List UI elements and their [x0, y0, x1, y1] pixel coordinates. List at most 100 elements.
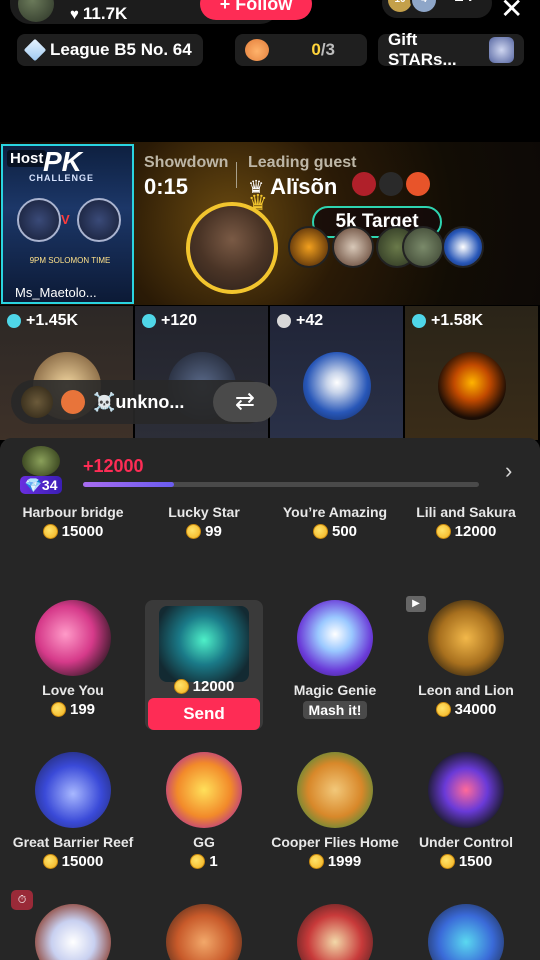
gift-price: 99 — [137, 523, 271, 540]
gift-item[interactable] — [137, 904, 271, 960]
viewer-count: 14 — [454, 0, 473, 6]
level-number: 💎34 — [20, 476, 62, 494]
chevron-right-icon[interactable]: › — [505, 458, 512, 484]
gift-price: 199 — [6, 701, 140, 718]
crown-icon: ♛ — [248, 190, 268, 215]
gift-item[interactable]: Lili and Sakura 12000 — [399, 498, 533, 540]
gift-item[interactable]: Leon and Lion 34000 — [399, 600, 533, 718]
selected-gift-tile[interactable]: 12000 Send — [145, 600, 263, 730]
gift-stars-chip[interactable]: Gift STARs... — [378, 30, 524, 69]
guest-cell[interactable]: +1.58K — [405, 306, 539, 440]
gift-stars-label: Gift STARs... — [388, 30, 457, 69]
poster-right-emblem — [77, 198, 121, 242]
close-icon[interactable]: ✕ — [500, 0, 523, 25]
diamond-icon — [23, 38, 47, 62]
swap-icon[interactable]: ⇄ — [213, 382, 277, 422]
poster-challenge: CHALLENGE — [29, 173, 94, 183]
guest-cell[interactable]: +42 — [270, 306, 404, 440]
league-chip[interactable]: League B5 No. 64 — [17, 34, 203, 66]
gift-item[interactable] — [268, 904, 402, 960]
gift-name: Leon and Lion — [418, 682, 514, 698]
coin-icon — [42, 524, 58, 539]
gift-item[interactable] — [399, 904, 533, 960]
gift-name: Lucky Star — [168, 504, 240, 520]
follow-button[interactable]: + Follow — [200, 0, 312, 20]
leading-guest-avatar[interactable]: ♛ — [186, 190, 278, 294]
xp-progress-fill — [83, 482, 175, 487]
under-control-gift-image — [428, 752, 504, 828]
angry-face-icon — [406, 172, 430, 196]
gift-name: Magic Genie — [293, 682, 377, 698]
likes-count: ♥ 11.7K — [70, 4, 127, 24]
heart-icon: ♥ — [70, 5, 79, 23]
coin-icon — [190, 854, 206, 869]
viewer-avatar[interactable]: 4 — [410, 0, 438, 14]
level-badge: 💎34 — [20, 446, 62, 496]
coin-icon — [435, 524, 451, 539]
leading-guest-name-text: Alïsõn — [270, 174, 338, 199]
gift-item[interactable]: Under Control 1500 — [399, 752, 533, 870]
poster-vs: V — [61, 212, 70, 227]
gift-item[interactable]: GG 1 — [137, 752, 271, 870]
gift-name: You’re Amazing — [282, 504, 388, 520]
coral-gift-image — [428, 904, 504, 960]
leading-guest-badges — [352, 172, 430, 196]
destroyer-logo — [303, 352, 371, 420]
gift-price: 1 — [137, 853, 271, 870]
gift-item[interactable]: Love You 199 — [6, 600, 140, 718]
ninja-icon — [379, 172, 403, 196]
likes-value: 11.7K — [82, 4, 128, 23]
jellyfish-gift-image — [166, 904, 242, 960]
supporter-avatar[interactable] — [332, 226, 374, 268]
gift-item[interactable]: Magic Genie Mash it! — [268, 600, 402, 720]
quest-chip[interactable]: 0/3 — [235, 34, 367, 66]
gift-price: 12000 — [145, 678, 263, 695]
xp-gain: +12000 — [83, 456, 144, 476]
fox-icon — [245, 39, 269, 61]
send-button[interactable]: Send — [148, 698, 260, 730]
gift-item[interactable] — [6, 904, 140, 960]
guest-avatar — [21, 386, 53, 418]
supporter-avatar[interactable] — [288, 226, 330, 268]
gift-item[interactable]: Cooper Flies Home 1999 — [268, 752, 402, 870]
great-barrier-reef-gift-image — [35, 752, 111, 828]
leon-and-lion-gift-image — [428, 600, 504, 676]
gift-item[interactable]: Lucky Star 99 — [137, 498, 271, 540]
guest-score: +120 — [142, 312, 197, 330]
live-top-bar: ♥ 11.7K + Follow 10 4 14 ✕ — [0, 0, 540, 30]
gift-price: 500 — [268, 523, 402, 540]
pinned-guest-row[interactable]: ☠️unkno... ⇄ — [11, 380, 277, 424]
diamond-icon — [7, 314, 21, 328]
gift-name: Cooper Flies Home — [271, 834, 399, 850]
carousel-gift-image — [297, 904, 373, 960]
viewer-list[interactable]: 10 4 14 — [382, 0, 492, 18]
league-label: League B5 No. 64 — [50, 40, 192, 59]
mash-it-button[interactable]: Mash it! — [302, 701, 368, 719]
gift-image — [35, 904, 111, 960]
guest-score: +42 — [277, 312, 323, 330]
guest-name: ☠️unkno... — [93, 391, 185, 412]
gift-price: 1500 — [399, 853, 533, 870]
quest-progress: 0/3 — [311, 40, 335, 59]
gift-item[interactable]: You’re Amazing 500 — [268, 498, 402, 540]
gift-name: Harbour bridge — [22, 504, 124, 520]
angry-face-icon — [61, 390, 85, 414]
supporter-avatar[interactable] — [442, 226, 484, 268]
poster-left-emblem — [17, 198, 61, 242]
poster-host-name: Ms_Maetolo... — [15, 285, 97, 300]
gifter-level-row[interactable]: 💎34 +12000 › — [0, 438, 540, 504]
leading-guest-label: Leading guest — [248, 154, 357, 171]
diamond-icon — [412, 314, 426, 328]
gift-price: 15000 — [6, 523, 140, 540]
coin-icon — [50, 702, 66, 717]
coin-icon — [439, 854, 455, 869]
gift-name: GG — [193, 834, 215, 850]
gift-item[interactable]: Great Barrier Reef 15000 — [6, 752, 140, 870]
coin-icon — [186, 524, 202, 539]
gift-price: 1999 — [268, 853, 402, 870]
gift-item[interactable]: Harbour bridge 15000 — [6, 498, 140, 540]
gift-panel: Harbour bridge 15000 Lucky Star 99 You’r… — [0, 438, 540, 960]
host-poster[interactable]: Host PK CHALLENGE V 9PM SOLOMON TIME Ms_… — [1, 144, 134, 304]
supporter-avatar[interactable] — [402, 226, 444, 268]
cooper-flies-home-gift-image — [297, 752, 373, 828]
